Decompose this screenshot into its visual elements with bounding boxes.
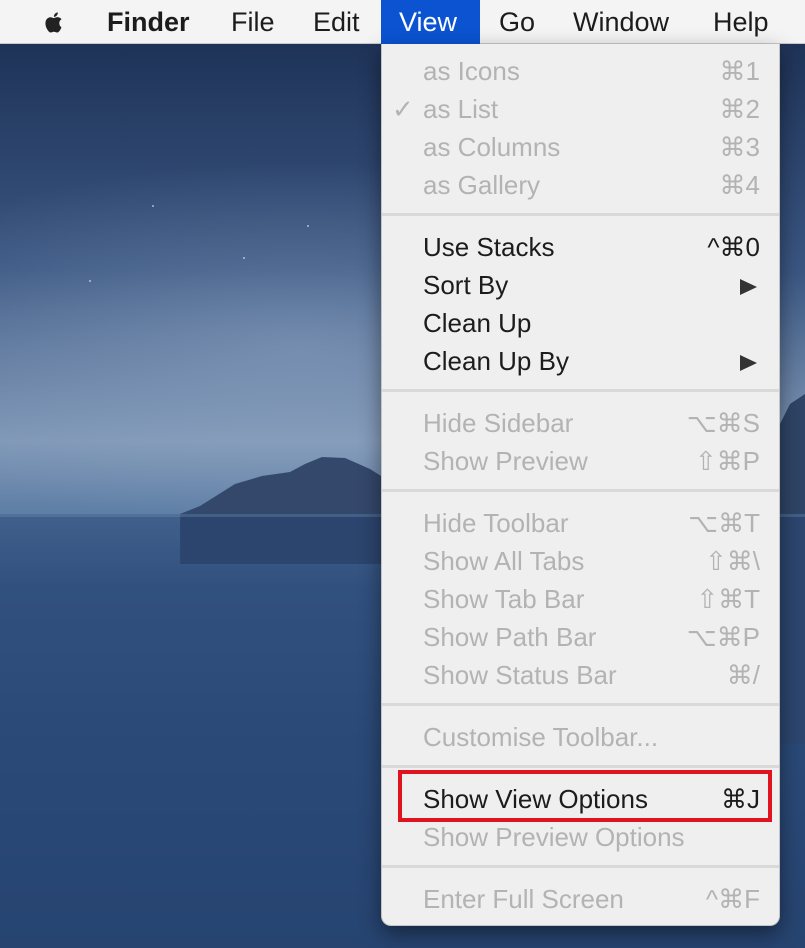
menu-item-label: Show Tab Bar — [423, 584, 585, 614]
menu-separator — [382, 213, 779, 216]
menu-item-show-status-bar[interactable]: Show Status Bar ⌘/ — [382, 656, 779, 694]
menubar-edit[interactable]: Edit — [295, 0, 378, 44]
menu-item-shortcut: ⇧⌘P — [694, 446, 760, 476]
menu-item-label: Hide Sidebar — [423, 408, 574, 438]
menu-separator — [382, 703, 779, 706]
menu-item-label: Customise Toolbar... — [423, 722, 659, 752]
menu-item-label: Show All Tabs — [423, 546, 585, 576]
menu-item-show-tab-bar[interactable]: Show Tab Bar ⇧⌘T — [382, 580, 779, 618]
menubar-view[interactable]: View — [381, 0, 480, 44]
menubar-go[interactable]: Go — [481, 0, 553, 44]
menu-item-label: Enter Full Screen — [423, 884, 624, 914]
menu-item-shortcut: ⌘2 — [719, 94, 760, 124]
menu-item-label: Use Stacks — [423, 232, 555, 262]
menu-item-label: Hide Toolbar — [423, 508, 569, 538]
menu-item-enter-full-screen[interactable]: Enter Full Screen ^⌘F — [382, 880, 779, 918]
menu-item-as-gallery[interactable]: as Gallery ⌘4 — [382, 166, 779, 204]
menu-item-label: Clean Up By — [423, 346, 569, 376]
menu-item-label: Show Path Bar — [423, 622, 597, 652]
menu-item-hide-toolbar[interactable]: Hide Toolbar ⌥⌘T — [382, 504, 779, 542]
menu-item-shortcut: ^⌘F — [705, 884, 760, 914]
menu-item-show-all-tabs[interactable]: Show All Tabs ⇧⌘\ — [382, 542, 779, 580]
menubar-finder[interactable]: Finder — [89, 0, 208, 44]
menu-item-label: Show Preview — [423, 446, 588, 476]
menu-item-sort-by[interactable]: Sort By — [382, 266, 779, 304]
menu-separator — [382, 865, 779, 868]
menu-item-use-stacks[interactable]: Use Stacks ^⌘0 — [382, 228, 779, 266]
menu-item-label: Show Status Bar — [423, 660, 617, 690]
menu-item-label: as Gallery — [423, 170, 541, 200]
menu-item-label: as Columns — [423, 132, 561, 162]
menu-item-as-list[interactable]: ✓ as List ⌘2 — [382, 90, 779, 128]
menu-item-label: as List — [423, 94, 499, 124]
menu-item-show-path-bar[interactable]: Show Path Bar ⌥⌘P — [382, 618, 779, 656]
menu-item-shortcut: ⌘4 — [719, 170, 760, 200]
checkmark-icon: ✓ — [392, 94, 414, 124]
menu-item-customise-toolbar[interactable]: Customise Toolbar... — [382, 718, 779, 756]
submenu-arrow-icon — [740, 279, 757, 295]
menu-item-shortcut: ⌘3 — [719, 132, 760, 162]
menu-item-shortcut: ⌥⌘S — [686, 408, 760, 438]
menu-item-shortcut: ⌥⌘P — [686, 622, 760, 652]
menubar-window[interactable]: Window — [555, 0, 687, 44]
menu-item-shortcut: ⌘/ — [726, 660, 760, 690]
menu-item-clean-up-by[interactable]: Clean Up By — [382, 342, 779, 380]
menu-item-label: as Icons — [423, 56, 520, 86]
menu-separator — [382, 765, 779, 768]
menu-item-label: Show Preview Options — [423, 822, 685, 852]
menu-item-hide-sidebar[interactable]: Hide Sidebar ⌥⌘S — [382, 404, 779, 442]
menu-item-shortcut: ⇧⌘\ — [704, 546, 760, 576]
menu-item-clean-up[interactable]: Clean Up — [382, 304, 779, 342]
menu-item-label: Clean Up — [423, 308, 532, 338]
menubar-help[interactable]: Help — [695, 0, 787, 44]
menu-item-show-preview[interactable]: Show Preview ⇧⌘P — [382, 442, 779, 480]
menu-separator — [382, 389, 779, 392]
menubar-file[interactable]: File — [213, 0, 293, 44]
annotation-highlight-box — [398, 770, 772, 822]
menu-bar: Finder File Edit View Go Window Help — [0, 0, 805, 44]
menu-item-shortcut: ⌥⌘T — [688, 508, 760, 538]
menu-item-shortcut: ⇧⌘T — [696, 584, 760, 614]
menu-item-as-icons[interactable]: as Icons ⌘1 — [382, 52, 779, 90]
menu-item-show-preview-options[interactable]: Show Preview Options — [382, 818, 779, 856]
menu-item-label: Sort By — [423, 270, 509, 300]
menu-separator — [382, 489, 779, 492]
menu-item-as-columns[interactable]: as Columns ⌘3 — [382, 128, 779, 166]
menu-item-shortcut: ⌘1 — [719, 56, 760, 86]
menu-item-shortcut: ^⌘0 — [707, 232, 760, 262]
submenu-arrow-icon — [740, 355, 757, 371]
apple-logo-icon[interactable] — [40, 8, 68, 36]
